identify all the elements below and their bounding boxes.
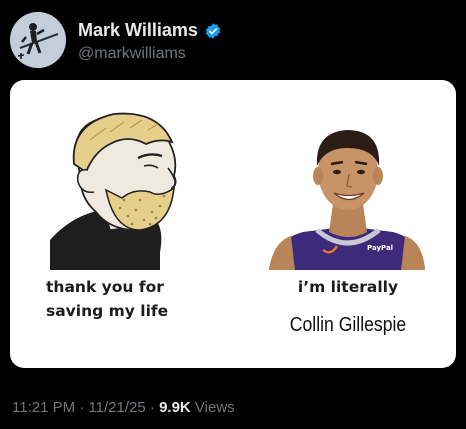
tweet-header: Mark Williams @markwilliams: [10, 12, 456, 68]
right-caption-line1: i’m literally: [297, 278, 399, 296]
avatar[interactable]: [10, 12, 66, 68]
meme-panel-right: PayPal i’m literally Collin Gillespie: [233, 80, 456, 368]
display-name[interactable]: Mark Williams: [78, 20, 198, 41]
verified-badge-icon: [204, 22, 222, 40]
left-caption: thank you for saving my life: [46, 278, 169, 320]
jersey-sponsor-text: PayPal: [367, 244, 393, 252]
right-caption-line2: Collin Gillespie: [289, 314, 407, 336]
name-row: Mark Williams: [78, 20, 222, 41]
views-label: Views: [194, 399, 235, 416]
handle[interactable]: @markwilliams: [78, 45, 186, 63]
meme-panel-left: thank you for saving my life: [10, 80, 233, 368]
views-count[interactable]: 9.9K: [159, 399, 191, 416]
player-photo: PayPal: [269, 130, 425, 270]
meta-separator: ·: [79, 399, 85, 416]
tweet-date[interactable]: 11/21/25: [88, 399, 145, 416]
avatar-image: [10, 12, 66, 68]
meme-image[interactable]: thank you for saving my life PayPal i’m …: [10, 80, 456, 368]
meta-separator: ·: [149, 399, 155, 416]
tweet-time[interactable]: 11:21 PM: [12, 399, 75, 416]
chad-wojak-illustration: [50, 112, 177, 270]
tweet-meta: 11:21 PM · 11/21/25 · 9.9K Views: [12, 399, 235, 416]
